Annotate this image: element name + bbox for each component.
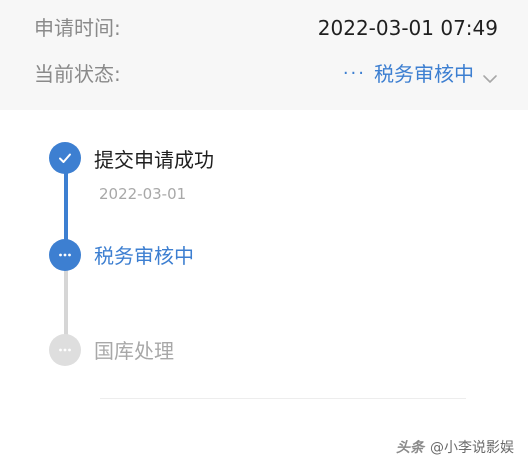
step-submit-date: 2022-03-01: [99, 185, 187, 203]
apply-time-row: 申请时间: 2022-03-01 07:49: [0, 10, 528, 46]
step-active-node: [49, 239, 81, 271]
step-treasury-label: 国库处理: [94, 339, 174, 363]
current-status-label: 当前状态:: [34, 62, 121, 86]
apply-time-label: 申请时间:: [34, 16, 121, 40]
checkmark-icon: [59, 153, 71, 163]
current-status-toggle[interactable]: ··· 税务审核中: [343, 60, 498, 88]
chevron-down-icon[interactable]: [482, 66, 498, 83]
divider: [100, 398, 466, 399]
current-status-row: 当前状态: ··· 税务审核中: [0, 56, 528, 92]
step-tax-review-label: 税务审核中: [94, 244, 194, 268]
step-submit-label: 提交申请成功: [94, 148, 214, 172]
ellipsis-icon: [59, 253, 71, 257]
watermark: 头条 @小李说影娱: [396, 437, 514, 457]
step-pending-node: [49, 334, 81, 366]
ellipsis-icon: [59, 348, 71, 352]
current-status-value: 税务审核中: [374, 62, 474, 86]
step-done-node: [49, 142, 81, 174]
apply-time-value: 2022-03-01 07:49: [317, 16, 498, 40]
progress-timeline: 提交申请成功 2022-03-01 税务审核中 国库处理: [0, 118, 528, 398]
watermark-brand: 头条: [396, 440, 424, 456]
status-ellipsis-icon: ···: [342, 63, 366, 84]
watermark-handle: @小李说影娱: [430, 440, 514, 456]
